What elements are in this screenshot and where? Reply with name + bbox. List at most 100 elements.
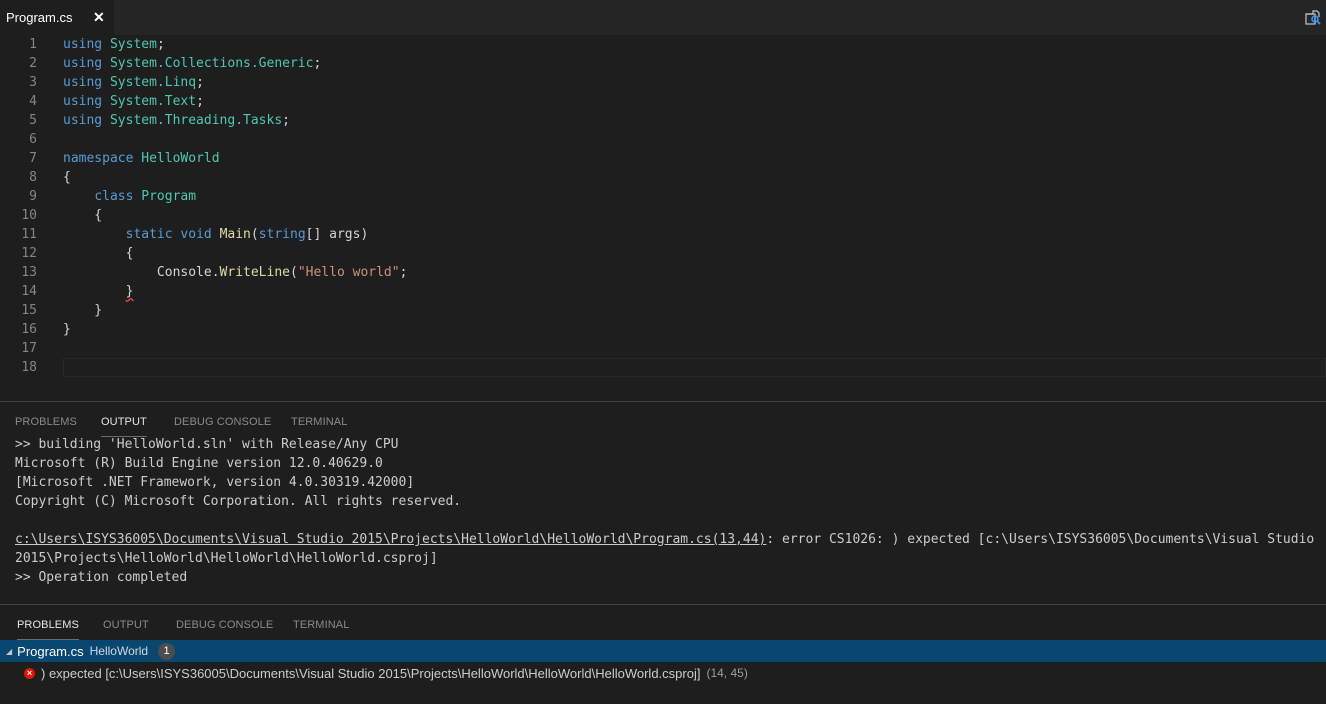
problem-item[interactable]: × ) expected [c:\Users\ISYS36005\Documen… <box>0 662 1326 684</box>
code-token: Console <box>156 265 212 280</box>
code-line[interactable]: 12 { <box>0 244 1326 263</box>
code-text: using System.Collections.Generic; <box>63 54 321 73</box>
code-text: Console.WriteLine("Hello world"; <box>63 263 407 282</box>
code-token: ; <box>313 56 322 71</box>
line-number: 11 <box>21 227 37 242</box>
tab-program-cs[interactable]: Program.cs ✕ <box>0 0 114 35</box>
code-line[interactable]: 17 <box>0 339 1326 358</box>
panel-divider <box>0 604 1326 605</box>
code-line[interactable]: 15 } <box>0 301 1326 320</box>
error-file-link[interactable]: c:\Users\ISYS36005\Documents\Visual Stud… <box>15 532 766 547</box>
code-token: { <box>63 170 71 185</box>
code-line[interactable]: 13 Console.WriteLine("Hello world"; <box>0 263 1326 282</box>
tab-debug-console[interactable]: DEBUG CONSOLE <box>176 607 273 639</box>
line-number: 8 <box>29 170 37 185</box>
expand-triangle-icon[interactable]: ◢ <box>6 647 12 656</box>
code-editor[interactable]: 1 using System; 2 using System.Collections.… <box>0 35 1326 400</box>
code-token: System.Text <box>109 94 197 109</box>
output-log: >> building 'HelloWorld.sln' with Releas… <box>15 435 1315 587</box>
tab-label: Program.cs <box>6 10 73 25</box>
code-line[interactable]: 9 class Program <box>0 187 1326 206</box>
code-token: void <box>180 227 212 242</box>
line-number: 4 <box>29 94 37 109</box>
code-line[interactable]: 16} <box>0 320 1326 339</box>
output-line: Microsoft (R) Build Engine version 12.0.… <box>15 456 383 471</box>
code-line[interactable]: 1 using System; <box>0 35 1326 54</box>
code-text: } <box>63 320 71 339</box>
close-icon[interactable]: ✕ <box>93 9 105 26</box>
line-number: 12 <box>21 246 37 261</box>
problem-file-folder: HelloWorld <box>89 644 149 658</box>
code-token: string <box>258 227 306 242</box>
tab-terminal[interactable]: TERMINAL <box>293 607 349 639</box>
error-icon: × <box>24 667 35 679</box>
output-line: Copyright (C) Microsoft Corporation. All… <box>15 494 462 509</box>
code-line[interactable]: 14 } <box>0 282 1326 301</box>
code-token: System.Threading.Tasks <box>109 113 283 128</box>
line-number: 9 <box>29 189 37 204</box>
line-number: 17 <box>21 341 37 356</box>
code-token: ; <box>196 75 204 90</box>
error-message: : error CS1026: ) expected [c:\Users\ISY… <box>766 532 1315 547</box>
code-line[interactable]: 6 <box>0 130 1326 149</box>
code-text: using System.Linq; <box>63 73 204 92</box>
code-text: } <box>63 282 134 301</box>
code-token: System.Linq <box>109 75 197 90</box>
problem-location: (14, 45) <box>706 666 748 680</box>
code-text: static void Main(string[] args) <box>63 225 369 244</box>
code-token: static <box>125 227 173 242</box>
tab-debug-console[interactable]: DEBUG CONSOLE <box>174 404 271 436</box>
code-token: using <box>63 113 103 128</box>
line-number: 1 <box>29 37 37 52</box>
code-text: } <box>63 301 102 320</box>
code-line[interactable]: 10 { <box>0 206 1326 225</box>
current-line-highlight <box>63 358 1326 377</box>
code-token: ; <box>282 113 290 128</box>
code-line[interactable]: 11 static void Main(string[] args) <box>0 225 1326 244</box>
output-line: >> building 'HelloWorld.sln' with Releas… <box>15 437 399 452</box>
code-text: { <box>63 168 71 187</box>
editor-tab-bar: Program.cs ✕ <box>0 0 1326 35</box>
error-squiggle-token: } <box>125 284 134 299</box>
code-line[interactable]: 18 <box>0 358 1326 377</box>
line-number: 15 <box>21 303 37 318</box>
line-number: 10 <box>21 208 37 223</box>
line-number: 6 <box>29 132 37 147</box>
problem-file-row[interactable]: ◢ Program.cs HelloWorld 1 <box>0 640 1326 662</box>
code-token: namespace <box>63 151 134 166</box>
code-token: ( <box>290 265 298 280</box>
code-line[interactable]: 3 using System.Linq; <box>0 73 1326 92</box>
line-number: 7 <box>29 151 37 166</box>
output-error-line: c:\Users\ISYS36005\Documents\Visual Stud… <box>15 530 1315 549</box>
code-line[interactable]: 7 namespace HelloWorld <box>0 149 1326 168</box>
code-token: using <box>63 94 103 109</box>
code-token: ; <box>196 94 204 109</box>
problems-panel-tabs: PROBLEMS OUTPUT DEBUG CONSOLE TERMINAL <box>0 607 1326 640</box>
code-line[interactable]: 4 using System.Text; <box>0 92 1326 111</box>
code-token: [] args) <box>305 227 369 242</box>
output-line: [Microsoft .NET Framework, version 4.0.3… <box>15 475 415 490</box>
tab-output[interactable]: OUTPUT <box>103 607 149 639</box>
tab-output[interactable]: OUTPUT <box>101 404 147 437</box>
code-token: System <box>109 37 157 52</box>
code-token: class <box>94 189 134 204</box>
code-line[interactable]: 8{ <box>0 168 1326 187</box>
tab-terminal[interactable]: TERMINAL <box>291 404 347 436</box>
problem-message: ) expected [c:\Users\ISYS36005\Documents… <box>41 665 701 681</box>
code-line[interactable]: 5 using System.Threading.Tasks; <box>0 111 1326 130</box>
code-text: { <box>63 206 102 225</box>
code-token: { <box>63 208 103 223</box>
line-number: 2 <box>29 56 37 71</box>
open-preview-icon[interactable] <box>1304 9 1322 27</box>
tab-problems[interactable]: PROBLEMS <box>17 607 79 640</box>
code-text: using System.Threading.Tasks; <box>63 111 290 130</box>
tab-problems[interactable]: PROBLEMS <box>15 404 77 436</box>
line-number: 3 <box>29 75 37 90</box>
code-line[interactable]: 2 using System.Collections.Generic; <box>0 54 1326 73</box>
